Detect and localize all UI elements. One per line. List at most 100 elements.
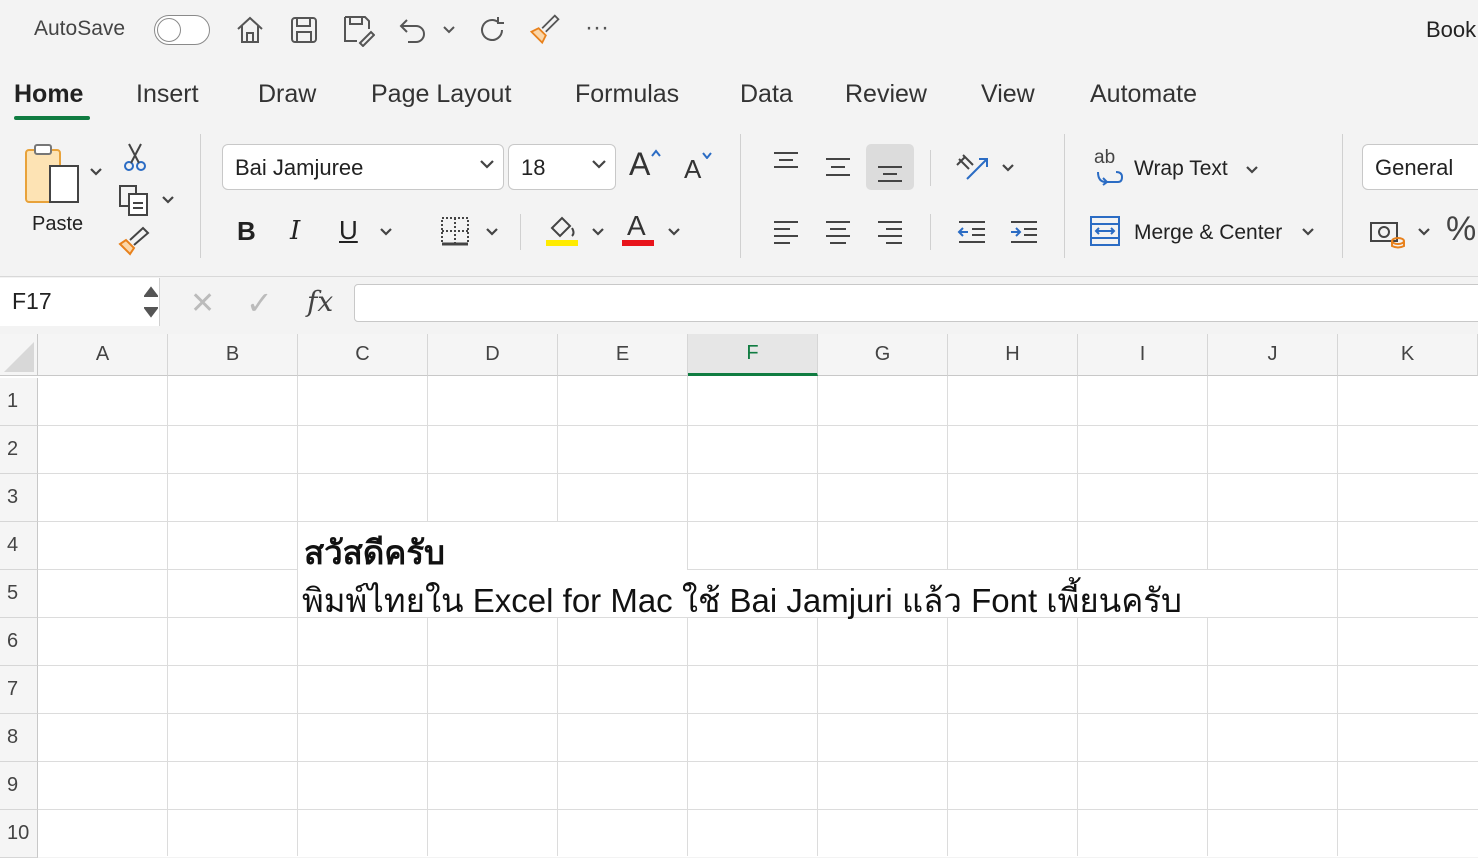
increase-indent-icon[interactable] bbox=[1006, 216, 1042, 248]
active-tab-indicator bbox=[14, 116, 90, 120]
autosave-toggle[interactable] bbox=[154, 15, 210, 45]
row-header-4[interactable]: 4 bbox=[0, 522, 38, 570]
grid-line bbox=[687, 376, 688, 570]
font-name-combo[interactable]: Bai Jamjuree bbox=[222, 144, 504, 190]
underline-button[interactable]: U bbox=[339, 215, 358, 246]
merge-center-icon[interactable] bbox=[1088, 214, 1122, 248]
row-header-7[interactable]: 7 bbox=[0, 666, 38, 714]
grid-line bbox=[38, 425, 1478, 426]
column-header-g[interactable]: G bbox=[818, 334, 948, 376]
italic-button[interactable]: I bbox=[290, 216, 300, 246]
formula-input[interactable] bbox=[354, 284, 1478, 322]
column-header-b[interactable]: B bbox=[168, 334, 298, 376]
tab-view[interactable]: View bbox=[981, 80, 1035, 109]
toggle-knob bbox=[157, 18, 181, 42]
tab-home[interactable]: Home bbox=[14, 80, 83, 109]
insert-function-icon[interactable]: fx bbox=[307, 285, 333, 318]
align-middle-icon[interactable] bbox=[820, 152, 856, 182]
grid-line bbox=[38, 665, 1478, 666]
paste-dropdown-chevron-icon[interactable] bbox=[86, 162, 106, 182]
column-header-a[interactable]: A bbox=[38, 334, 168, 376]
tab-review[interactable]: Review bbox=[845, 80, 927, 109]
select-all-corner[interactable] bbox=[0, 334, 38, 376]
column-header-h[interactable]: H bbox=[948, 334, 1078, 376]
tab-formulas[interactable]: Formulas bbox=[575, 80, 679, 109]
copy-dropdown-chevron-icon[interactable] bbox=[158, 190, 178, 210]
currency-format-icon[interactable] bbox=[1368, 216, 1406, 250]
column-header-k[interactable]: K bbox=[1338, 334, 1478, 376]
grid-line bbox=[557, 618, 558, 856]
borders-chevron-icon[interactable] bbox=[482, 222, 502, 242]
merge-center-label[interactable]: Merge & Center bbox=[1134, 221, 1282, 245]
tab-automate[interactable]: Automate bbox=[1090, 80, 1197, 109]
tab-data[interactable]: Data bbox=[740, 80, 793, 109]
cell-c5[interactable]: พิมพ์ไทยใน Excel for Mac ใช้ Bai Jamjuri… bbox=[302, 574, 1182, 627]
shrink-font-icon[interactable]: A bbox=[684, 154, 701, 185]
align-top-icon[interactable] bbox=[768, 148, 804, 178]
column-header-c[interactable]: C bbox=[298, 334, 428, 376]
grow-font-icon[interactable]: A bbox=[629, 146, 650, 183]
borders-icon[interactable] bbox=[438, 214, 472, 248]
save-as-icon[interactable] bbox=[340, 10, 376, 50]
undo-dropdown-chevron-icon[interactable] bbox=[436, 10, 462, 50]
wrap-text-chevron-icon[interactable] bbox=[1242, 160, 1262, 180]
row-header-5[interactable]: 5 bbox=[0, 570, 38, 618]
number-format-combo[interactable]: General bbox=[1362, 144, 1478, 190]
percent-style-icon[interactable]: % bbox=[1446, 210, 1476, 249]
column-header-f[interactable]: F bbox=[688, 334, 818, 376]
wrap-text-icon[interactable]: ab bbox=[1094, 148, 1115, 167]
orientation-icon[interactable] bbox=[952, 148, 992, 186]
align-center-icon[interactable] bbox=[820, 216, 856, 248]
format-painter-quick-icon[interactable] bbox=[526, 10, 562, 50]
orientation-chevron-icon[interactable] bbox=[998, 158, 1018, 178]
format-painter-icon[interactable] bbox=[116, 226, 152, 260]
home-icon[interactable] bbox=[232, 10, 268, 50]
grid-line bbox=[688, 569, 1478, 570]
cancel-entry-icon[interactable]: ✕ bbox=[190, 286, 215, 321]
font-size-chevron-icon bbox=[591, 157, 607, 175]
align-left-icon[interactable] bbox=[768, 216, 804, 248]
fill-color-chevron-icon[interactable] bbox=[588, 222, 608, 242]
column-header-e[interactable]: E bbox=[558, 334, 688, 376]
row-header-1[interactable]: 1 bbox=[0, 378, 38, 426]
decrease-indent-icon[interactable] bbox=[954, 216, 990, 248]
underline-chevron-icon[interactable] bbox=[376, 222, 396, 242]
copy-icon[interactable] bbox=[116, 182, 152, 218]
wrap-text-label[interactable]: Wrap Text bbox=[1134, 157, 1228, 181]
ribbon-separator bbox=[930, 214, 931, 250]
row-header-2[interactable]: 2 bbox=[0, 426, 38, 474]
cut-icon[interactable] bbox=[120, 140, 150, 174]
font-size-combo[interactable]: 18 bbox=[508, 144, 616, 190]
paste-icon[interactable] bbox=[22, 142, 82, 208]
undo-icon[interactable] bbox=[394, 10, 430, 50]
tab-insert[interactable]: Insert bbox=[136, 80, 199, 109]
column-header-d[interactable]: D bbox=[428, 334, 558, 376]
more-commands-icon[interactable]: ··· bbox=[585, 14, 609, 42]
bold-button[interactable]: B bbox=[237, 216, 256, 247]
column-header-j[interactable]: J bbox=[1208, 334, 1338, 376]
row-header-10[interactable]: 10 bbox=[0, 810, 38, 858]
tab-draw[interactable]: Draw bbox=[258, 80, 316, 109]
currency-chevron-icon[interactable] bbox=[1414, 222, 1434, 242]
font-color-chevron-icon[interactable] bbox=[664, 222, 684, 242]
align-bottom-icon bbox=[872, 156, 908, 186]
row-header-9[interactable]: 9 bbox=[0, 762, 38, 810]
save-icon[interactable] bbox=[286, 10, 322, 50]
name-box-stepper-icon[interactable] bbox=[142, 282, 160, 322]
column-header-i[interactable]: I bbox=[1078, 334, 1208, 376]
align-right-icon[interactable] bbox=[872, 216, 908, 248]
row-header-8[interactable]: 8 bbox=[0, 714, 38, 762]
grid-line bbox=[38, 761, 1478, 762]
fill-color-icon[interactable] bbox=[544, 212, 580, 248]
ribbon-separator bbox=[1342, 134, 1343, 258]
row-header-3[interactable]: 3 bbox=[0, 474, 38, 522]
redo-icon[interactable] bbox=[474, 10, 510, 50]
cell-c4[interactable]: สวัสดีครับ bbox=[304, 526, 445, 579]
font-color-swatch bbox=[622, 240, 654, 246]
font-color-icon[interactable]: A bbox=[627, 210, 646, 242]
name-box-value: F17 bbox=[12, 288, 52, 314]
confirm-entry-icon[interactable]: ✓ bbox=[246, 284, 273, 322]
tab-page-layout[interactable]: Page Layout bbox=[371, 80, 511, 109]
row-header-6[interactable]: 6 bbox=[0, 618, 38, 666]
merge-center-chevron-icon[interactable] bbox=[1298, 222, 1318, 242]
